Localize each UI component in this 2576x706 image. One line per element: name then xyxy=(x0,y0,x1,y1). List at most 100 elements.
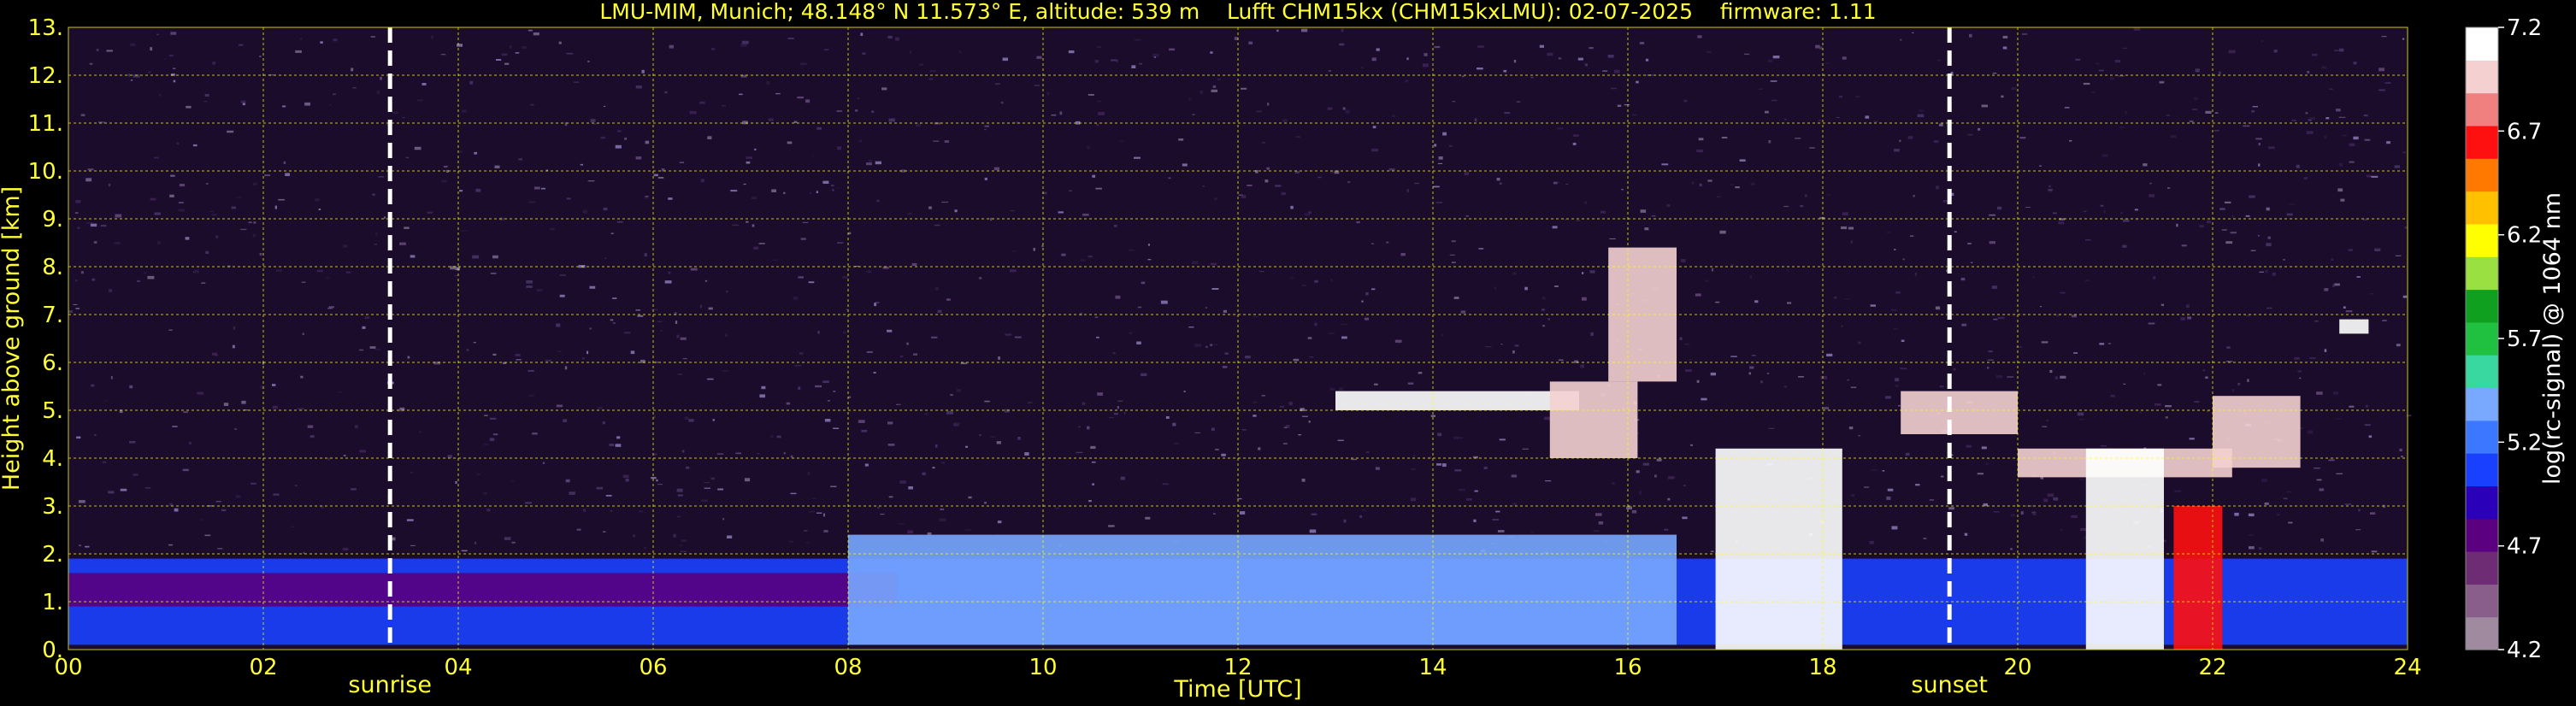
colorbar-tick-label: 4.7 xyxy=(2507,534,2542,560)
noise-cell xyxy=(1424,53,1428,56)
noise-cell xyxy=(2291,120,2296,121)
noise-cell xyxy=(2237,382,2241,385)
noise-cell xyxy=(89,62,93,65)
noise-cell xyxy=(1512,272,1517,275)
noise-cell xyxy=(956,422,961,425)
noise-cell xyxy=(1638,491,1642,495)
noise-cell xyxy=(679,162,684,163)
noise-cell xyxy=(746,161,751,164)
noise-cell xyxy=(1919,109,1925,112)
noise-cell xyxy=(862,52,866,55)
noise-cell xyxy=(91,278,96,281)
noise-cell xyxy=(542,462,545,464)
noise-cell xyxy=(1902,258,1905,261)
noise-cell xyxy=(1871,469,1877,471)
noise-cell xyxy=(1327,107,1333,110)
noise-cell xyxy=(2342,134,2347,137)
colorbar-segment xyxy=(2466,60,2498,94)
noise-cell xyxy=(1256,110,1262,113)
noise-cell xyxy=(1516,101,1521,103)
noise-cell xyxy=(79,544,82,547)
noise-cell xyxy=(1858,341,1861,344)
noise-cell xyxy=(605,495,612,497)
noise-cell xyxy=(1642,462,1649,466)
noise-cell xyxy=(2199,225,2204,227)
noise-cell xyxy=(858,97,860,99)
noise-cell xyxy=(444,165,448,168)
noise-cell xyxy=(1580,364,1584,368)
noise-cell xyxy=(1309,529,1317,533)
noise-cell xyxy=(565,479,570,483)
noise-cell xyxy=(417,99,423,102)
noise-cell xyxy=(772,259,778,261)
noise-cell xyxy=(2257,234,2260,237)
noise-cell xyxy=(1701,397,1707,401)
noise-cell xyxy=(2258,163,2261,167)
noise-cell xyxy=(2047,493,2054,497)
noise-cell xyxy=(1314,322,1317,327)
noise-cell xyxy=(679,544,683,546)
noise-cell xyxy=(717,488,724,491)
noise-cell xyxy=(1152,53,1159,57)
noise-cell xyxy=(873,372,876,374)
noise-cell xyxy=(669,44,674,49)
noise-cell xyxy=(1547,318,1550,321)
noise-cell xyxy=(1992,73,1997,74)
noise-cell xyxy=(1695,293,1701,297)
noise-cell xyxy=(114,242,121,244)
noise-cell xyxy=(1241,87,1247,90)
noise-cell xyxy=(1787,302,1792,304)
noise-cell xyxy=(564,366,568,370)
noise-cell xyxy=(1449,254,1455,256)
noise-cell xyxy=(2052,212,2057,215)
feature-cloud xyxy=(2173,506,2223,650)
noise-cell xyxy=(1590,332,1594,336)
feature-thick-cloud xyxy=(1715,448,1842,650)
noise-cell xyxy=(501,53,508,56)
noise-cell xyxy=(887,421,893,425)
noise-cell xyxy=(285,173,290,176)
noise-cell xyxy=(1339,43,1345,46)
noise-cell xyxy=(75,308,80,309)
noise-cell xyxy=(1759,88,1763,90)
noise-cell xyxy=(700,179,704,183)
noise-cell xyxy=(1784,119,1787,121)
noise-cell xyxy=(1433,185,1440,188)
noise-cell xyxy=(916,123,921,127)
noise-cell xyxy=(2259,271,2264,273)
noise-cell xyxy=(1939,123,1943,126)
noise-cell xyxy=(301,281,306,283)
noise-cell xyxy=(170,174,175,177)
noise-cell xyxy=(447,455,452,458)
noise-cell xyxy=(1929,499,1935,501)
noise-cell xyxy=(707,136,712,139)
y-tick-label: 5. xyxy=(42,398,63,424)
noise-cell xyxy=(1841,226,1848,230)
noise-cell xyxy=(931,336,938,338)
noise-cell xyxy=(1407,382,1414,385)
noise-cell xyxy=(370,36,375,38)
noise-cell xyxy=(954,209,958,213)
noise-cell xyxy=(1748,372,1751,375)
noise-cell xyxy=(2143,372,2146,375)
noise-cell xyxy=(2214,112,2219,114)
noise-cell xyxy=(1910,235,1914,237)
noise-cell xyxy=(2365,404,2368,408)
noise-cell xyxy=(746,156,752,159)
noise-cell xyxy=(327,457,330,461)
noise-cell xyxy=(610,232,614,234)
noise-cell xyxy=(2085,239,2091,241)
noise-cell xyxy=(492,433,498,436)
noise-cell xyxy=(998,356,1000,360)
noise-cell xyxy=(1848,227,1854,230)
noise-cell xyxy=(2286,491,2292,493)
noise-cell xyxy=(559,294,565,297)
noise-cell xyxy=(768,118,774,121)
noise-cell xyxy=(369,346,376,349)
noise-cell xyxy=(1017,437,1021,440)
colorbar-segment xyxy=(2466,485,2498,520)
noise-cell xyxy=(2368,435,2373,438)
noise-cell xyxy=(1087,426,1090,430)
noise-cell xyxy=(2031,511,2037,514)
noise-cell xyxy=(272,405,278,409)
